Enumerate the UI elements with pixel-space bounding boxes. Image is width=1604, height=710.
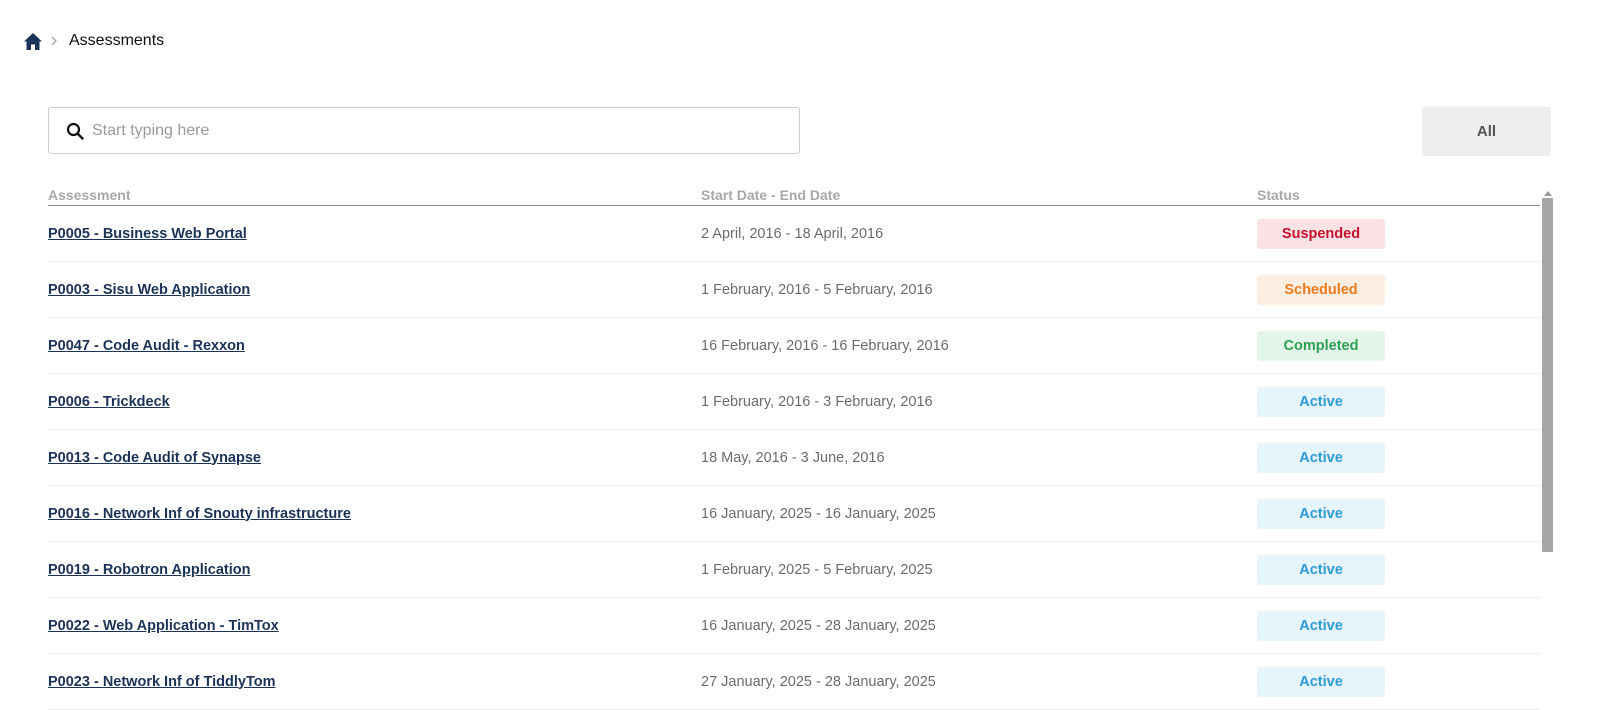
assessment-link[interactable]: P0006 - Trickdeck [48, 394, 170, 410]
assessment-dates: 18 May, 2016 - 3 June, 2016 [701, 449, 885, 466]
status-badge: Active [1257, 386, 1385, 417]
table-header: Assessment Start Date - End Date Status [48, 181, 1540, 206]
scrollbar-thumb[interactable] [1542, 198, 1553, 552]
table-row: P0019 - Robotron Application 1 February,… [48, 542, 1540, 598]
status-badge: Active [1257, 610, 1385, 641]
assessment-link[interactable]: P0005 - Business Web Portal [48, 226, 247, 242]
assessment-dates: 27 January, 2025 - 28 January, 2025 [701, 673, 936, 690]
assessment-dates: 1 February, 2016 - 5 February, 2016 [701, 281, 933, 298]
filter-all-button[interactable]: All [1422, 107, 1551, 156]
assessment-link[interactable]: P0023 - Network Inf of TiddlyTom [48, 674, 275, 690]
table-row: P0006 - Trickdeck 1 February, 2016 - 3 F… [48, 374, 1540, 430]
table-row: P0005 - Business Web Portal 2 April, 201… [48, 206, 1540, 262]
assessment-dates: 16 January, 2025 - 28 January, 2025 [701, 617, 936, 634]
assessment-dates: 1 February, 2025 - 5 February, 2025 [701, 561, 933, 578]
status-badge: Active [1257, 442, 1385, 473]
assessment-dates: 2 April, 2016 - 18 April, 2016 [701, 225, 884, 242]
table-row: P0013 - Code Audit of Synapse 18 May, 20… [48, 430, 1540, 486]
table-row: P0023 - Network Inf of TiddlyTom 27 Janu… [48, 654, 1540, 710]
status-badge: Active [1257, 554, 1385, 585]
status-badge: Active [1257, 498, 1385, 529]
table-row: P0022 - Web Application - TimTox 16 Janu… [48, 598, 1540, 654]
status-badge: Active [1257, 666, 1385, 697]
table-row: P0016 - Network Inf of Snouty infrastruc… [48, 486, 1540, 542]
search-icon [66, 122, 84, 140]
table-scrollbar[interactable] [1542, 188, 1553, 695]
triangle-up-icon[interactable] [1542, 188, 1553, 198]
column-header-assessment[interactable]: Assessment [48, 187, 131, 203]
status-badge: Completed [1257, 330, 1385, 361]
chevron-right-icon [51, 36, 59, 46]
assessment-link[interactable]: P0013 - Code Audit of Synapse [48, 450, 261, 466]
assessment-link[interactable]: P0047 - Code Audit - Rexxon [48, 338, 245, 354]
assessment-link[interactable]: P0019 - Robotron Application [48, 562, 250, 578]
assessment-dates: 16 February, 2016 - 16 February, 2016 [701, 337, 949, 354]
breadcrumb: Assessments [23, 30, 164, 52]
search-box[interactable] [48, 107, 800, 154]
assessment-dates: 16 January, 2025 - 16 January, 2025 [701, 505, 936, 522]
status-badge: Scheduled [1257, 274, 1385, 305]
table-row: P0047 - Code Audit - Rexxon 16 February,… [48, 318, 1540, 374]
assessment-link[interactable]: P0003 - Sisu Web Application [48, 282, 250, 298]
home-icon[interactable] [23, 31, 43, 51]
assessments-table: Assessment Start Date - End Date Status … [48, 181, 1540, 710]
search-input[interactable] [90, 120, 774, 141]
breadcrumb-current: Assessments [69, 32, 165, 49]
assessment-link[interactable]: P0016 - Network Inf of Snouty infrastruc… [48, 506, 351, 522]
assessment-link[interactable]: P0022 - Web Application - TimTox [48, 618, 279, 634]
assessment-dates: 1 February, 2016 - 3 February, 2016 [701, 393, 933, 410]
column-header-status[interactable]: Status [1257, 187, 1300, 203]
column-header-dates[interactable]: Start Date - End Date [701, 187, 840, 203]
table-row: P0003 - Sisu Web Application 1 February,… [48, 262, 1540, 318]
status-badge: Suspended [1257, 218, 1385, 249]
